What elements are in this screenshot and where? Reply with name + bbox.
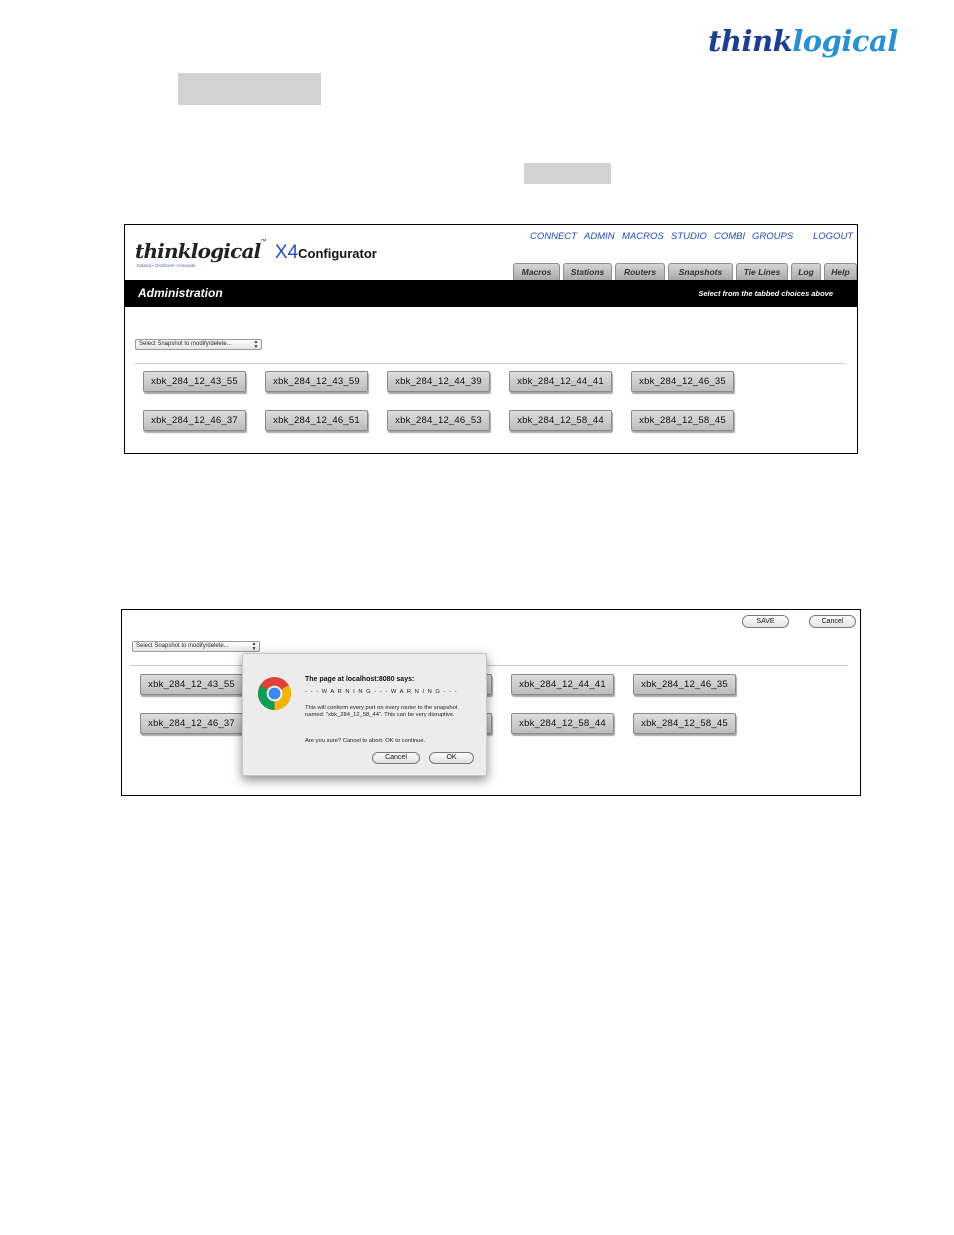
nav-combi[interactable]: COMBI (714, 231, 745, 242)
trademark: ™ (260, 239, 267, 245)
snapshot-button[interactable]: xbk_284_12_58_45 (633, 713, 736, 734)
snapshot-button[interactable]: xbk_284_12_46_37 (140, 713, 243, 734)
nav-studio[interactable]: STUDIO (671, 231, 707, 242)
screenshot-confirm-dialog: SAVE Cancel Select Snapshot to modify/de… (121, 609, 861, 796)
dialog-cancel-button[interactable]: Cancel (372, 752, 420, 764)
thinklogical-logo: thinklogical (708, 24, 898, 58)
select-arrows-icon: ▲ ▼ (251, 641, 257, 652)
snapshot-button[interactable]: xbk_284_12_58_44 (511, 713, 614, 734)
tab-macros[interactable]: Macros (513, 263, 560, 280)
top-nav: CONNECT ADMIN MACROS STUDIO COMBI GROUPS… (530, 231, 853, 243)
nav-connect[interactable]: CONNECT (530, 231, 577, 242)
snapshot-select[interactable]: Select Snapshot to modify/delete... ▲ ▼ (132, 641, 260, 652)
section-title-bar: Administration Select from the tabbed ch… (125, 280, 857, 307)
snapshot-button[interactable]: xbk_284_12_46_37 (143, 410, 246, 431)
nav-groups[interactable]: GROUPS (752, 231, 793, 242)
select-arrows-icon: ▲ ▼ (253, 339, 259, 350)
nav-admin[interactable]: ADMIN (584, 231, 615, 242)
logo-think-text: think (708, 24, 793, 58)
chrome-icon (257, 676, 292, 711)
tab-log[interactable]: Log (791, 263, 821, 280)
snapshot-button[interactable]: xbk_284_12_44_41 (511, 674, 614, 695)
app-logo: thinklogical™ X4Configurator (135, 239, 377, 264)
divider (130, 665, 848, 666)
logo-logical-text: logical (792, 24, 898, 58)
divider (135, 363, 844, 364)
snapshot-button[interactable]: xbk_284_12_46_35 (631, 371, 734, 392)
app-brand: thinklogical (135, 239, 261, 263)
snapshot-button[interactable]: xbk_284_12_43_55 (143, 371, 246, 392)
snapshot-select-value: Select Snapshot to modify/delete... (136, 643, 229, 649)
screenshot-admin-snapshots: thinklogical™ X4Configurator Extend • Di… (124, 224, 858, 454)
snapshot-select[interactable]: Select Snapshot to modify/delete... ▲ ▼ (135, 339, 262, 350)
dialog-title: The page at localhost:8080 says: (305, 676, 415, 683)
snapshot-button[interactable]: xbk_284_12_46_51 (265, 410, 368, 431)
snapshot-button[interactable]: xbk_284_12_46_35 (633, 674, 736, 695)
dialog-ok-button[interactable]: OK (429, 752, 474, 764)
tab-routers[interactable]: Routers (615, 263, 665, 280)
redacted-block (524, 163, 611, 184)
app-product-suffix: Configurator (298, 246, 377, 261)
snapshot-select-value: Select Snapshot to modify/delete... (139, 341, 232, 347)
dialog-warning: - - - W A R N I N G - - - W A R N I N G … (305, 689, 458, 695)
tab-bar: Macros Stations Routers Snapshots Tie Li… (513, 263, 857, 280)
redacted-block (178, 73, 321, 105)
tab-stations[interactable]: Stations (563, 263, 612, 280)
tab-snapshots[interactable]: Snapshots (668, 263, 733, 280)
snapshot-button[interactable]: xbk_284_12_44_41 (509, 371, 612, 392)
save-button[interactable]: SAVE (742, 615, 789, 628)
dialog-confirm-text: Are you sure? Cancel to abort. OK to con… (305, 738, 426, 744)
nav-macros[interactable]: MACROS (622, 231, 664, 242)
app-product: X4 (274, 242, 299, 263)
snapshot-button[interactable]: xbk_284_12_43_55 (140, 674, 243, 695)
app-tagline: Extend • Distribute • Innovate (137, 263, 196, 268)
snapshot-button[interactable]: xbk_284_12_43_59 (265, 371, 368, 392)
cancel-button[interactable]: Cancel (809, 615, 856, 628)
snapshot-button[interactable]: xbk_284_12_58_45 (631, 410, 734, 431)
snapshot-button[interactable]: xbk_284_12_44_39 (387, 371, 490, 392)
nav-logout[interactable]: LOGOUT (813, 231, 853, 242)
section-title: Administration (138, 286, 223, 300)
section-hint: Select from the tabbed choices above (698, 289, 833, 298)
snapshot-button[interactable]: xbk_284_12_58_44 (509, 410, 612, 431)
tab-tie-lines[interactable]: Tie Lines (736, 263, 788, 280)
confirm-dialog: The page at localhost:8080 says: - - - W… (242, 653, 487, 776)
snapshot-button[interactable]: xbk_284_12_46_53 (387, 410, 490, 431)
dialog-message: This will conform every port on every ro… (305, 705, 458, 719)
tab-help[interactable]: Help (824, 263, 857, 280)
